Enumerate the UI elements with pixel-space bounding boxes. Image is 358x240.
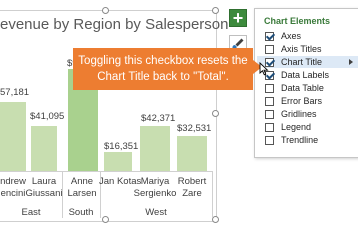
callout-tooltip: Toggling this checkbox resets the Chart … [73, 48, 253, 90]
option-label: Data Table [281, 83, 324, 93]
chart-area[interactable]: evenue by Region by Salesperson 57,181 $… [0, 0, 229, 223]
option-trendline[interactable]: Trendline [265, 134, 318, 146]
resize-handle-right[interactable] [212, 110, 219, 117]
submenu-arrow-icon[interactable] [349, 59, 353, 65]
option-axes[interactable]: Axes [265, 30, 301, 42]
bar-laura[interactable] [31, 126, 57, 171]
option-label: Trendline [281, 135, 319, 145]
data-table-checkbox[interactable] [265, 83, 274, 93]
option-data-labels[interactable]: Data Labels [265, 69, 329, 81]
legend-checkbox[interactable] [265, 122, 274, 132]
chart-elements-button[interactable]: + [229, 9, 247, 27]
chart-title[interactable]: evenue by Region by Salesperson [0, 16, 229, 33]
category-label-robert: Robert Zare [177, 176, 207, 199]
resize-handle-top-right[interactable] [212, 7, 219, 14]
option-gridlines[interactable]: Gridlines [265, 108, 317, 120]
trendline-checkbox[interactable] [265, 135, 274, 145]
option-axis-titles[interactable]: Axis Titles [265, 43, 322, 55]
option-legend[interactable]: Legend [265, 121, 311, 133]
resize-handle-bottom-right[interactable] [212, 216, 219, 223]
axes-checkbox[interactable] [265, 31, 274, 41]
option-label: Gridlines [281, 109, 317, 119]
bar-mariya[interactable] [140, 126, 170, 171]
bar-jan[interactable] [104, 152, 132, 171]
region-label-south: South [68, 207, 94, 218]
option-label: Axes [281, 31, 302, 41]
option-data-table[interactable]: Data Table [265, 82, 324, 94]
panel-title: Chart Elements [264, 16, 331, 26]
axis-titles-checkbox[interactable] [265, 44, 274, 54]
data-label-jan: $16,351 [104, 141, 139, 152]
option-label: Chart Title [281, 57, 323, 67]
gridlines-checkbox[interactable] [265, 109, 274, 119]
option-label: Legend [281, 122, 312, 132]
x-axis-line [0, 171, 212, 172]
data-label-mariya: $42,371 [141, 113, 176, 124]
data-label-robert: $32,531 [177, 123, 212, 134]
resize-handle-top[interactable] [102, 7, 109, 14]
chart-elements-panel: Chart Elements Axes Axis Titles Chart Ti… [254, 8, 358, 158]
option-label: Error Bars [281, 96, 323, 106]
option-error-bars[interactable]: Error Bars [265, 95, 322, 107]
data-label-laura: $41,095 [30, 111, 65, 122]
category-label-anne: Anne Larsen [67, 176, 97, 199]
region-label-west: West [145, 207, 167, 218]
option-label: Data Labels [281, 70, 330, 80]
region-label-east: East [21, 207, 41, 218]
option-label: Axis Titles [281, 44, 322, 54]
error-bars-checkbox[interactable] [265, 96, 274, 106]
category-label-laura: Laura Giussani [25, 176, 63, 199]
bar-andrew[interactable] [0, 102, 26, 171]
bar-robert[interactable] [177, 136, 207, 171]
mouse-cursor-icon [259, 62, 269, 76]
option-chart-title[interactable]: Chart Title [257, 56, 358, 68]
data-label-andrew: 57,181 [0, 87, 30, 98]
